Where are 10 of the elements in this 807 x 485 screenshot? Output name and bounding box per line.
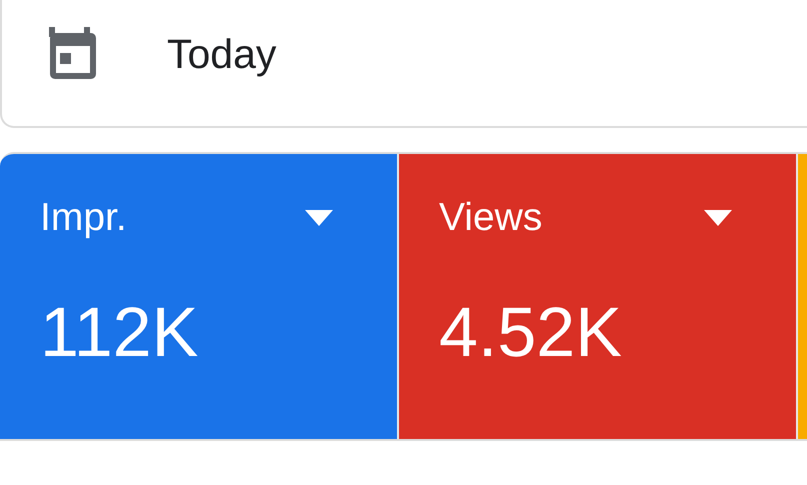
metric-value: 4.52K bbox=[439, 292, 623, 372]
date-range-label[interactable]: Today bbox=[167, 30, 276, 78]
metric-card[interactable]: Impr. 112K bbox=[0, 154, 399, 439]
metric-card[interactable]: Views 4.52K bbox=[399, 154, 798, 439]
metric-value: 112K bbox=[40, 292, 200, 372]
metric-label: Impr. bbox=[40, 196, 127, 240]
dropdown-caret-icon[interactable] bbox=[305, 210, 333, 226]
metric-label: Views bbox=[439, 196, 542, 240]
calendar-icon bbox=[47, 27, 99, 81]
dropdown-caret-icon[interactable] bbox=[704, 210, 732, 226]
